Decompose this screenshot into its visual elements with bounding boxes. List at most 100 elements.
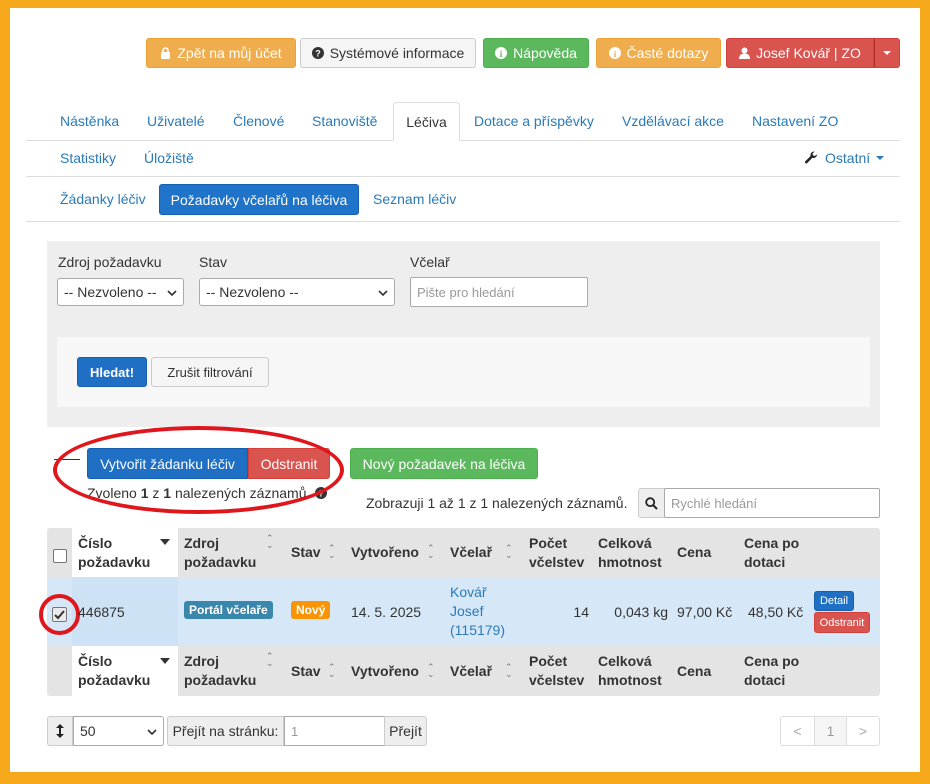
selected-mid: z <box>148 485 164 501</box>
help-button[interactable]: i Nápověda <box>483 38 589 68</box>
col-footer-source-label: Zdroj požadavku <box>184 653 257 688</box>
selected-count: 1 <box>140 485 149 501</box>
system-info-button[interactable]: ? Systémové informace <box>300 38 476 68</box>
sort-icon[interactable]: ⌃ ⌄ <box>505 544 513 560</box>
col-header-weight-label[interactable]: Celková hmotnost <box>598 534 670 572</box>
sort-icon[interactable]: ⌃ ⌄ <box>427 544 435 560</box>
per-page-value: 50 <box>80 723 96 739</box>
pagination-current[interactable]: 1 <box>815 717 847 745</box>
row-number: 446875 <box>78 604 125 620</box>
col-header-price-label[interactable]: Cena <box>677 544 711 560</box>
caret-down-icon <box>876 156 885 160</box>
tab-vzdelavaci-akce[interactable]: Vzdělávací akce <box>622 113 724 129</box>
goto-page-value: 1 <box>291 723 299 739</box>
chevron-down-icon <box>147 723 157 739</box>
tab-nastenka[interactable]: Nástěnka <box>60 113 119 129</box>
col-header-beekeeper-label[interactable]: Včelař <box>450 544 492 560</box>
col-header-colonies-label[interactable]: Počet včelstev <box>529 534 589 572</box>
filter-state-select[interactable]: -- Nezvoleno -- <box>199 278 395 306</box>
col-footer-price-label: Cena <box>677 663 712 679</box>
search-button-label: Hledat! <box>89 364 135 380</box>
back-to-account-label: Zpět na můj účet <box>177 45 282 61</box>
tab-leciva-label: Léčiva <box>406 113 447 130</box>
sort-desc-icon[interactable] <box>160 658 170 664</box>
col-header-state-label[interactable]: Stav <box>291 544 321 560</box>
goto-page-button-label: Přejít <box>389 723 422 739</box>
tab-clenove[interactable]: Členové <box>233 113 284 129</box>
bulk-delete-label: Odstranit <box>260 455 318 472</box>
row-select-checkbox[interactable] <box>52 607 67 622</box>
filter-beekeeper-placeholder: Pište pro hledání <box>417 284 515 300</box>
subtab-seznam-leciv[interactable]: Seznam léčiv <box>373 191 456 207</box>
help-label: Nápověda <box>513 45 577 61</box>
sort-icon[interactable]: ⌃ ⌄ <box>427 663 435 679</box>
showing-text: Zobrazuji 1 až 1 z 1 nalezených záznamů. <box>366 495 628 511</box>
selected-prefix: Zvoleno <box>87 485 141 501</box>
col-header-price-subsidy-label[interactable]: Cena po dotaci <box>744 534 808 572</box>
quick-search-placeholder: Rychlé hledání <box>671 495 757 511</box>
tab-nastaveni-zo[interactable]: Nastavení ZO <box>752 113 838 129</box>
tab-uzivatele[interactable]: Uživatelé <box>147 113 205 129</box>
new-medicine-request-button[interactable]: Nový požadavek na léčiva <box>350 448 538 479</box>
col-footer-colonies-label: Počet včelstev <box>529 653 585 688</box>
quick-search-input[interactable]: Rychlé hledání <box>664 488 880 518</box>
nav-divider <box>460 140 900 141</box>
select-all-checkbox[interactable] <box>53 549 67 563</box>
tab-ostatni[interactable]: Ostatní <box>804 150 885 166</box>
info-icon: i <box>608 47 621 59</box>
tab-stanoviste[interactable]: Stanoviště <box>312 113 377 129</box>
goto-page-button[interactable]: Přejít <box>384 716 427 746</box>
user-menu-button[interactable]: Josef Kovář | ZO <box>726 38 874 68</box>
pagination-next[interactable]: > <box>847 717 879 745</box>
state-badge: Nový <box>291 601 331 619</box>
col-header-created-label[interactable]: Vytvořeno <box>351 544 419 560</box>
row-detail-button[interactable]: Detail <box>814 591 854 611</box>
goto-page-input[interactable]: 1 <box>284 716 385 746</box>
faq-button[interactable]: i Časté dotazy <box>596 38 721 68</box>
subtab-zadanky-leciv[interactable]: Žádanky léčiv <box>60 191 146 207</box>
sort-icon[interactable]: ⌃ ⌄ <box>266 652 274 668</box>
sort-icon[interactable]: ⌃ ⌄ <box>266 534 274 550</box>
cancel-filter-button[interactable]: Zrušit filtrování <box>151 357 269 387</box>
filter-beekeeper-input[interactable]: Pište pro hledání <box>410 277 588 307</box>
row-delete-button[interactable]: Odstranit <box>814 612 870 633</box>
cancel-filter-label: Zrušit filtrování <box>167 364 253 380</box>
row-source-badge: Portál včelaře <box>184 601 273 619</box>
check-icon <box>54 609 65 620</box>
col-footer-price-subsidy-label: Cena po dotaci <box>744 653 800 688</box>
tab-uloziste[interactable]: Úložiště <box>144 150 194 166</box>
subtab-pozadavky-vcelaru[interactable]: Požadavky včelařů na léčiva <box>159 184 359 215</box>
row-created: 14. 5. 2025 <box>351 604 422 620</box>
pagination-prev[interactable]: < <box>781 717 815 745</box>
info-icon[interactable]: ? <box>314 487 327 499</box>
sort-desc-icon[interactable] <box>160 539 170 545</box>
col-header-source-label[interactable]: Zdroj požadavku <box>184 534 264 572</box>
col-footer-state-label: Stav <box>291 663 321 679</box>
filter-source-select[interactable]: -- Nezvoleno -- <box>57 278 184 306</box>
user-icon <box>739 47 751 59</box>
row-beekeeper-link[interactable]: Kovář Josef (115179) <box>450 583 512 640</box>
tab-statistiky[interactable]: Statistiky <box>60 150 116 166</box>
sort-icon[interactable]: ⌃ ⌄ <box>505 663 513 679</box>
new-medicine-request-label: Nový požadavek na léčiva <box>362 455 526 472</box>
sort-arrows-icon[interactable] <box>47 716 73 746</box>
bulk-delete-button[interactable]: Odstranit <box>248 448 330 479</box>
lock-icon <box>160 47 171 59</box>
col-footer-beekeeper-label: Včelař <box>450 663 493 679</box>
tab-leciva[interactable]: Léčiva <box>393 102 460 141</box>
user-menu-caret-button[interactable] <box>874 38 900 68</box>
sort-icon[interactable]: ⌃ ⌄ <box>328 663 336 679</box>
tab-dotace[interactable]: Dotace a příspěvky <box>474 113 594 129</box>
search-button[interactable]: Hledat! <box>77 357 147 387</box>
goto-page-text: Přejít na stránku: <box>172 723 279 739</box>
nav-divider <box>26 140 393 141</box>
chevron-down-icon <box>167 284 177 300</box>
per-page-select[interactable]: 50 <box>73 716 164 746</box>
create-medicine-request-label: Vytvořit žádanku léčiv <box>100 455 235 472</box>
create-medicine-request-button[interactable]: Vytvořit žádanku léčiv <box>87 448 248 479</box>
tab-ostatni-label: Ostatní <box>825 150 871 166</box>
back-to-account-button[interactable]: Zpět na můj účet <box>146 38 296 68</box>
sort-icon[interactable]: ⌃ ⌄ <box>328 544 336 560</box>
wrench-icon <box>804 151 818 165</box>
svg-text:?: ? <box>318 489 324 499</box>
